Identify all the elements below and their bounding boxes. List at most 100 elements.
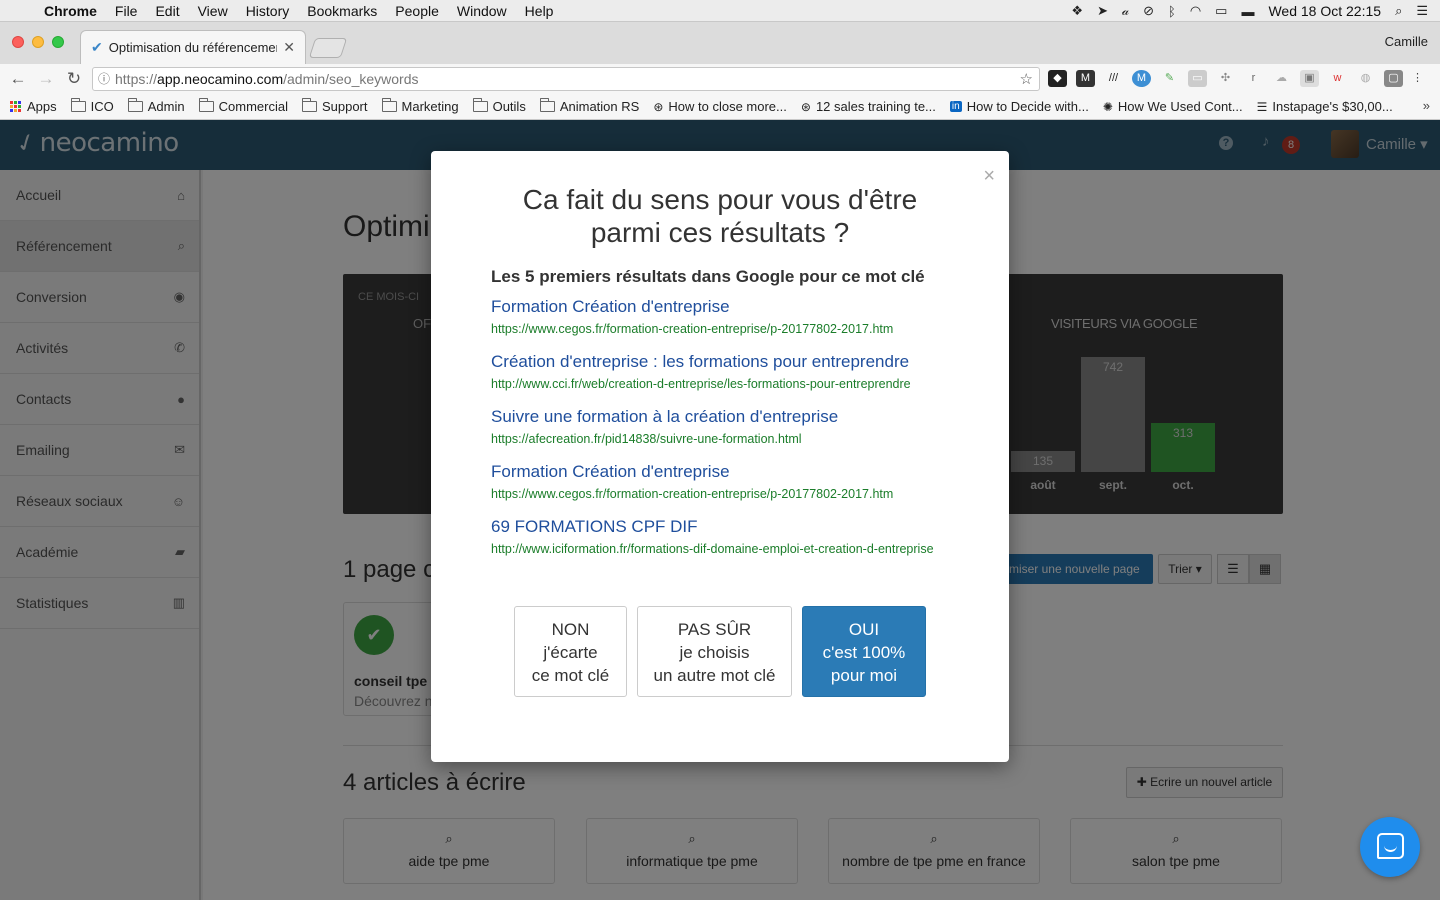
bookmark-folder-marketing[interactable]: Marketing	[381, 98, 459, 114]
choose-other-keyword-button[interactable]: PAS SÛR je choisis un autre mot clé	[637, 606, 792, 697]
extension-gmail-icon[interactable]: M	[1076, 70, 1095, 87]
search-result: Formation Création d'entreprise https://…	[491, 297, 951, 352]
macos-menu-bar: Chrome File Edit View History Bookmarks …	[0, 0, 1440, 22]
bookmark-folder-admin[interactable]: Admin	[127, 98, 185, 114]
extension-cloud-icon[interactable]: ☁	[1272, 70, 1291, 87]
site-info-icon[interactable]: ⓘ	[93, 68, 115, 90]
neocamino-favicon-icon: ✔	[91, 39, 103, 55]
extension-circle-icon[interactable]: ◍	[1356, 70, 1375, 87]
bookmark-star-icon[interactable]: ☆	[1020, 70, 1033, 88]
menu-app-name[interactable]: Chrome	[44, 3, 97, 19]
new-tab-button[interactable]	[308, 38, 348, 58]
keyword-relevance-modal: × Ca fait du sens pour vous d'être parmi…	[431, 151, 1009, 762]
bookmark-how-to-close[interactable]: ⊛ How to close more...	[653, 99, 787, 114]
menu-people[interactable]: People	[395, 3, 439, 19]
reload-icon[interactable]: ↻	[60, 69, 88, 89]
extension-stripes-icon[interactable]: ///	[1104, 70, 1123, 87]
search-result-title[interactable]: 69 FORMATIONS CPF DIF	[491, 517, 951, 537]
bookmark-folder-ico[interactable]: ICO	[70, 98, 114, 114]
bookmark-folder-commercial[interactable]: Commercial	[198, 98, 288, 114]
chat-launcher-button[interactable]	[1360, 817, 1420, 877]
notification-center-icon[interactable]: ☰	[1416, 3, 1428, 19]
bookmark-apps[interactable]: Apps	[10, 99, 57, 114]
browser-tab-strip: ✔ Optimisation du référencement ✕ Camill…	[0, 22, 1440, 64]
close-icon[interactable]: ×	[983, 165, 995, 188]
accept-keyword-button[interactable]: OUI c'est 100% pour moi	[802, 606, 926, 697]
search-result-url: https://afecreation.fr/pid14838/suivre-u…	[491, 432, 802, 446]
menu-view[interactable]: View	[198, 3, 228, 19]
browser-tab-active[interactable]: ✔ Optimisation du référencement ✕	[80, 30, 306, 64]
url-path: /admin/seo_keywords	[283, 71, 419, 87]
folder-icon	[127, 98, 143, 112]
folder-icon	[381, 98, 397, 112]
extension-shield-icon[interactable]: ◆	[1048, 70, 1067, 87]
wifi-icon[interactable]: ◠	[1190, 3, 1201, 19]
window-close-button[interactable]	[12, 36, 24, 48]
search-results-list: Formation Création d'entreprise https://…	[491, 297, 951, 572]
battery-icon[interactable]: ▬	[1241, 4, 1254, 19]
do-not-disturb-icon[interactable]: ⊘	[1143, 3, 1154, 19]
bookmark-sales-training[interactable]: ⊛ 12 sales training te...	[801, 99, 936, 114]
browser-toolbar: ← → ↻ ⓘ https://app.neocamino.com/admin/…	[0, 64, 1440, 94]
bookmark-instapage[interactable]: ☰ Instapage's $30,00...	[1257, 99, 1393, 114]
window-minimize-button[interactable]	[32, 36, 44, 48]
chat-icon	[1377, 833, 1404, 859]
bluetooth-icon[interactable]: ᛒ	[1168, 4, 1176, 19]
extension-grey-icon[interactable]: ▭	[1188, 70, 1207, 87]
clock[interactable]: Wed 18 Oct 22:15	[1268, 3, 1381, 19]
bookmarks-bar: Apps ICO Admin Commercial Support Market…	[0, 94, 1440, 120]
menu-bookmarks[interactable]: Bookmarks	[307, 3, 377, 19]
chrome-profile-name[interactable]: Camille	[1385, 34, 1428, 49]
extension-box-icon[interactable]: ▣	[1300, 70, 1319, 87]
script-icon[interactable]: 𝒶	[1122, 3, 1129, 19]
extension-w-icon[interactable]: w	[1328, 70, 1347, 87]
bookmark-folder-outils[interactable]: Outils	[472, 98, 526, 114]
menu-window[interactable]: Window	[457, 3, 507, 19]
bookmark-folder-support[interactable]: Support	[301, 98, 368, 114]
search-result-title[interactable]: Suivre une formation à la création d'ent…	[491, 407, 951, 427]
extension-r-icon[interactable]: r	[1244, 70, 1263, 87]
search-result-url: http://www.cci.fr/web/creation-d-entrepr…	[491, 377, 911, 391]
menu-edit[interactable]: Edit	[155, 3, 179, 19]
site-icon: ✺	[1102, 99, 1113, 114]
airplay-icon[interactable]: ▭	[1215, 3, 1227, 19]
url-host: app.neocamino.com	[157, 71, 284, 87]
forward-arrow-icon[interactable]: →	[32, 69, 60, 89]
extension-puzzle-icon[interactable]: ✣	[1216, 70, 1235, 87]
extensions-area: ◆ M /// M ✎ ▭ ✣ r ☁ ▣ w ◍ ▢ ⋮	[1048, 70, 1423, 87]
search-result: Suivre une formation à la création d'ent…	[491, 407, 951, 462]
search-result-url: https://www.cegos.fr/formation-creation-…	[491, 487, 894, 501]
instapage-icon: ☰	[1256, 99, 1268, 114]
tab-close-icon[interactable]: ✕	[283, 39, 295, 56]
status-area: ❖ ➤ 𝒶 ⊘ ᛒ ◠ ▭ ▬ Wed 18 Oct 22:15 ⌕ ☰	[1071, 0, 1428, 22]
window-zoom-button[interactable]	[52, 36, 64, 48]
apps-grid-icon	[10, 101, 21, 112]
search-result-title[interactable]: Formation Création d'entreprise	[491, 462, 951, 482]
extension-eyedropper-icon[interactable]: ✎	[1160, 70, 1179, 87]
sync-icon[interactable]: ➤	[1097, 3, 1108, 19]
reject-keyword-button[interactable]: NON j'écarte ce mot clé	[514, 606, 627, 697]
chrome-menu-icon[interactable]: ⋮	[1412, 70, 1423, 87]
menu-file[interactable]: File	[115, 3, 138, 19]
bookmark-how-to-decide[interactable]: in How to Decide with...	[949, 99, 1089, 114]
dropbox-icon[interactable]: ❖	[1071, 3, 1083, 19]
search-result-url: https://www.cegos.fr/formation-creation-…	[491, 322, 894, 336]
folder-icon	[198, 98, 214, 112]
folder-icon	[472, 98, 488, 112]
search-result: Création d'entreprise : les formations p…	[491, 352, 951, 407]
bookmark-how-we-used[interactable]: ✺ How We Used Cont...	[1103, 99, 1243, 114]
globe-icon: ⊛	[653, 99, 664, 114]
folder-icon	[539, 98, 555, 112]
bookmarks-overflow-icon[interactable]: »	[1423, 98, 1430, 113]
search-result-title[interactable]: Formation Création d'entreprise	[491, 297, 951, 317]
search-result: Formation Création d'entreprise https://…	[491, 462, 951, 517]
extension-mixmax-icon[interactable]: M	[1132, 70, 1151, 87]
bookmark-folder-animation-rs[interactable]: Animation RS	[539, 98, 639, 114]
spotlight-search-icon[interactable]: ⌕	[1395, 3, 1402, 19]
menu-help[interactable]: Help	[525, 3, 554, 19]
menu-history[interactable]: History	[246, 3, 290, 19]
back-arrow-icon[interactable]: ←	[4, 69, 32, 89]
extension-square-icon[interactable]: ▢	[1384, 70, 1403, 87]
address-bar[interactable]: ⓘ https://app.neocamino.com/admin/seo_ke…	[92, 67, 1040, 91]
search-result-title[interactable]: Création d'entreprise : les formations p…	[491, 352, 951, 372]
